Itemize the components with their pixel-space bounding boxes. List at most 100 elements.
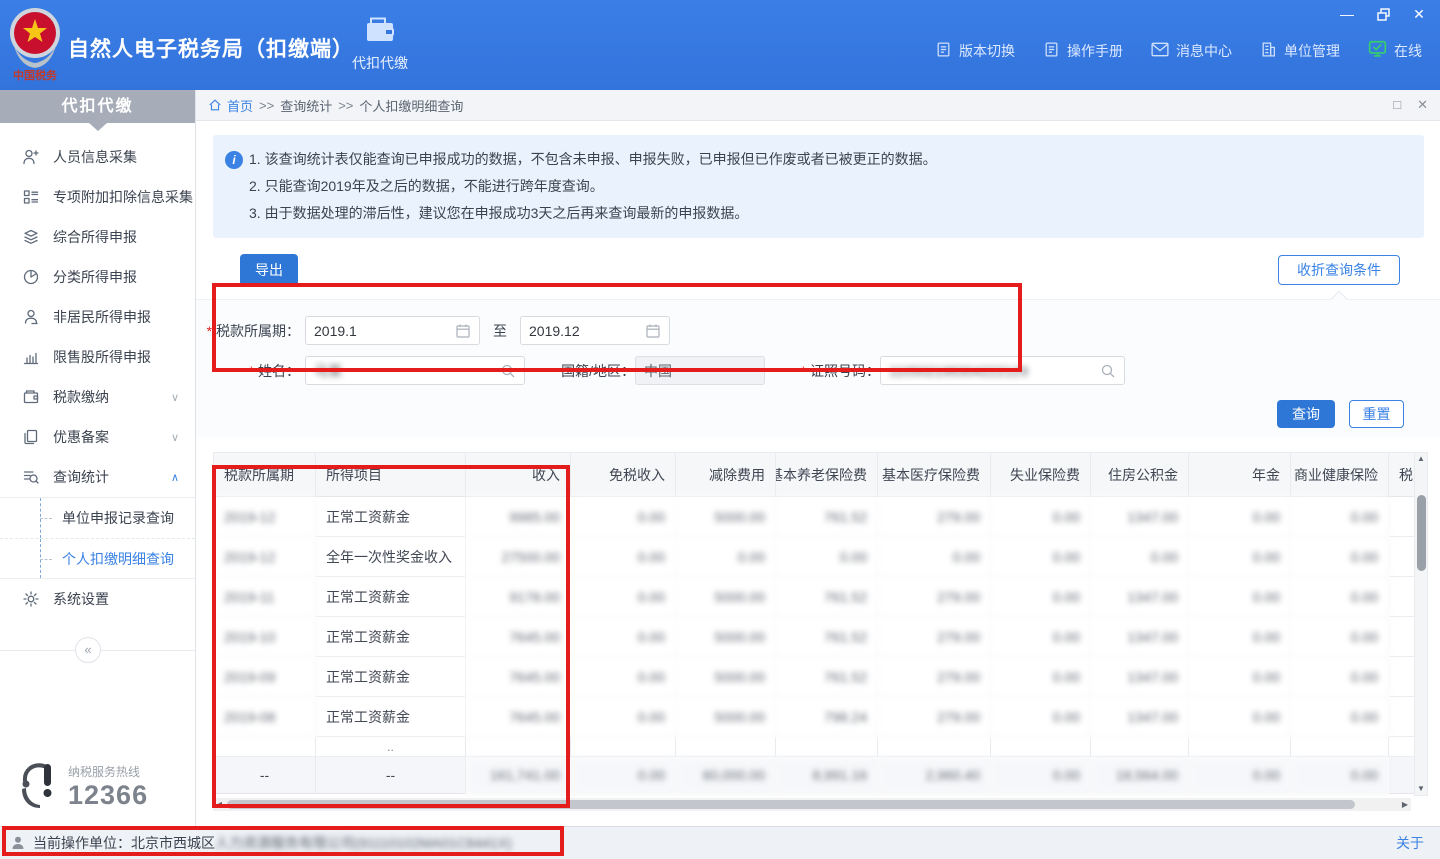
table-cell: 9985.00 [466,497,571,537]
sidebar-item-系统设置[interactable]: 系统设置 [0,579,195,619]
table-cell: 761.52 [776,577,878,617]
breadcrumb-home[interactable]: 首页 [208,96,253,115]
panel-caret [1331,291,1348,308]
horizontal-scroll-thumb[interactable] [227,800,1355,809]
table-header-row: 税款所属期所得项目收入免税收入减除费用基本养老保险费基本医疗保险费失业保险费住房… [214,453,1413,497]
column-header-税款所属期: 税款所属期 [214,453,316,497]
reset-button[interactable]: 重置 [1349,400,1404,428]
calendar-icon[interactable] [645,323,661,339]
current-unit-visible: 北京市西城区 [131,833,215,853]
sidebar-item-税款缴纳[interactable]: 税款缴纳∨ [0,377,195,417]
sidebar-item-label: 查询统计 [53,467,109,487]
notice-box: i 1. 该查询统计表仅能查询已申报成功的数据，不包含未申报、申报失败，已申报但… [213,135,1424,238]
scroll-down-icon[interactable]: ▼ [1415,783,1427,795]
table-cell: 279.00 [878,577,991,617]
chevron-down-icon: ∨ [171,431,179,444]
calendar-icon[interactable] [455,323,471,339]
table-cell: 279.00 [878,497,991,537]
top-menu-item-5[interactable]: 在线 [1368,40,1422,61]
sidebar-item-label: 人员信息采集 [53,147,137,167]
top-menu-item-4[interactable]: 单位管理 [1260,41,1340,61]
sidebar-item-优惠备案[interactable]: 优惠备案∨ [0,417,195,457]
column-header-税: 税 [1389,453,1415,497]
vertical-scroll-thumb[interactable] [1417,495,1426,571]
search-icon[interactable] [500,363,516,379]
query-button[interactable]: 查询 [1277,400,1335,428]
scroll-left-icon[interactable]: ◀ [213,800,225,809]
titlebar: 中国税务 自然人电子税务局（扣缴端） 代扣代缴 版本切换操作手册消息中心单位管理… [0,0,1440,90]
table-row: 2019-08正常工资薪金7645.000.005000.00798.24279… [214,697,1413,737]
table-cell: 2019-12 [214,497,316,537]
table-cell: 0.00 [991,577,1091,617]
table-cell: 761.52 [776,657,878,697]
table-cell: 正常工资薪金 [316,657,466,697]
sidebar-collapse-button[interactable]: « [75,637,101,663]
nav-tab-withholding[interactable]: 代扣代缴 [345,14,415,73]
vertical-scrollbar[interactable]: ▲ ▼ [1414,452,1428,796]
table-cell: 0.00 [676,537,776,577]
panel-maximize-icon[interactable]: □ [1393,97,1401,113]
table-cell: 正常工资薪金 [316,617,466,657]
tax-emblem-logo: 中国税务 [8,6,62,84]
table-cell: 0.00 [991,497,1091,537]
table-cell: 0.00 [991,757,1091,794]
minimize-icon[interactable]: — [1336,4,1358,24]
sidebar-subitem-单位申报记录查询[interactable]: 单位申报记录查询 [0,498,195,538]
about-link[interactable]: 关于 [1396,833,1424,853]
panel-close-icon[interactable]: ✕ [1417,97,1428,113]
table-cell: 全年一次性奖金收入 [316,537,466,577]
sidebar-item-专项附加扣除信息采集[interactable]: 专项附加扣除信息采集 [0,177,195,217]
table-cell: 0.00 [571,697,676,737]
top-menu-item-1[interactable]: 版本切换 [935,41,1015,61]
sidebar-item-限售股所得申报[interactable]: 限售股所得申报 [0,337,195,377]
close-icon[interactable]: ✕ [1408,4,1430,24]
sidebar-item-分类所得申报[interactable]: 分类所得申报 [0,257,195,297]
table-cell: 正常工资薪金 [316,577,466,617]
horizontal-scrollbar[interactable]: ◀ ▶ [213,798,1411,811]
top-menu-item-2[interactable]: 操作手册 [1043,41,1123,61]
column-header-商业健康保险: 商业健康保险 [1291,453,1389,497]
collapse-query-button[interactable]: 收折查询条件 [1278,255,1400,285]
sidebar-item-人员信息采集[interactable]: 人员信息采集 [0,137,195,177]
sidebar-item-综合所得申报[interactable]: 综合所得申报 [0,217,195,257]
sidebar-menu: 人员信息采集专项附加扣除信息采集综合所得申报分类所得申报非居民所得申报限售股所得… [0,137,195,619]
table-cell: 5000.00 [676,497,776,537]
table-cell: 279.00 [878,657,991,697]
breadcrumb-separator: >> [259,98,274,113]
table-cell: 161,741.00 [466,757,571,794]
sidebar-item-查询统计[interactable]: 查询统计∧ [0,457,195,497]
restore-icon[interactable] [1372,4,1394,24]
sidebar-item-label: 非居民所得申报 [53,307,151,327]
table-cell: 27500.00 [466,537,571,577]
id-number-label: 证照号码： [765,361,880,381]
bar-chart-icon [22,348,40,366]
scroll-right-icon[interactable]: ▶ [1399,800,1411,809]
table-cell: 0.00 [1291,577,1389,617]
export-button[interactable]: 导出 [240,254,298,286]
table-cell: 2019-11 [214,577,316,617]
table-cell: 5000.00 [676,657,776,697]
scroll-up-icon[interactable]: ▲ [1415,453,1427,465]
table-cell [776,737,878,757]
table-cell: 1347.00 [1091,577,1189,617]
document-icon [1043,41,1060,61]
results-table-zone: 税款所属期所得项目收入免税收入减除费用基本养老保险费基本医疗保险费失业保险费住房… [213,452,1414,794]
main-panel: 首页 >> 查询统计 >> 个人扣缴明细查询 □ ✕ i 1. 该查询统计表仅能… [196,90,1440,826]
table-cell: 761.52 [776,497,878,537]
period-from-input[interactable]: 2019.1 [305,316,480,345]
table-cell: 1347.00 [1091,617,1189,657]
table-cell: -- [214,757,316,794]
sidebar-subitem-个人扣缴明细查询[interactable]: 个人扣缴明细查询 [0,538,195,578]
sidebar-item-非居民所得申报[interactable]: 非居民所得申报 [0,297,195,337]
sidebar-submenu: 单位申报记录查询个人扣缴明细查询 [0,497,195,579]
user-icon [10,835,26,851]
table-cell [1389,537,1415,577]
table-cell: 0.00 [571,617,676,657]
top-menu-item-3[interactable]: 消息中心 [1151,41,1232,61]
info-icon: i [225,151,243,169]
search-icon[interactable] [1100,363,1116,379]
period-to-input[interactable]: 2019.12 [520,316,670,345]
name-input[interactable]: 马某 [305,356,525,385]
svg-text:中国税务: 中国税务 [13,68,58,82]
id-number-input[interactable]: 110502199304222129 [880,356,1125,385]
